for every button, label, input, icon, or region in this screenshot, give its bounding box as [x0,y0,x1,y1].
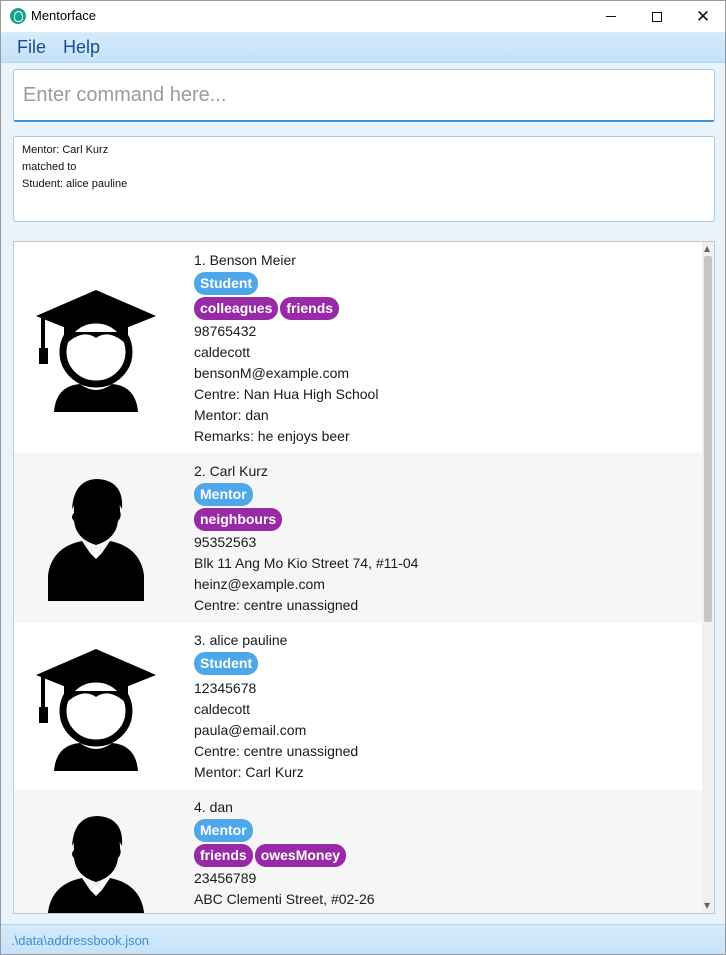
person-address: ABC Clementi Street, #02-26 [194,891,375,907]
role-tags: Student [194,652,259,675]
person-name: 1. Benson Meier [194,252,296,268]
app-logo-icon [10,8,26,24]
graduate-icon [36,649,156,771]
role-tag: Mentor [194,483,253,506]
person-phone: 98765432 [194,323,257,339]
role-tags: Mentor [194,819,253,842]
result-line: Student: alice pauline [22,178,128,190]
role-tags: Mentor [194,483,253,506]
person-email: heinz@example.com [194,576,325,592]
minimize-button[interactable] [588,1,634,32]
status-file-path: .\data\addressbook.json [11,933,150,948]
person-email: paula@email.com [194,722,307,738]
person-card[interactable]: 4. dan Mentor friends owesMoney 23456789… [14,790,702,913]
person-address: caldecott [194,701,251,717]
result-display: Mentor: Carl Kurz matched to Student: al… [13,136,715,222]
person-remarks: Remarks: he enjoys beer [194,428,350,444]
person-address: caldecott [194,344,251,360]
menu-bar: File Help [1,32,725,63]
person-name: 4. dan [194,799,233,815]
person-card[interactable]: 2. Carl Kurz Mentor neighbours 95352563 … [14,453,702,623]
minimize-icon [606,16,616,17]
person-email: bensonM@example.com [194,365,350,381]
person-phone: 95352563 [194,534,257,550]
person-centre: Centre: centre unassigned [194,597,359,613]
role-tag: Mentor [194,819,253,842]
person-tags: neighbours [194,508,283,531]
person-address: Blk 11 Ang Mo Kio Street 74, #11-04 [194,555,419,571]
command-box[interactable] [13,69,715,122]
graduate-icon [36,290,156,412]
tag: owesMoney [254,844,347,867]
scroll-thumb[interactable] [704,256,712,622]
result-line: Mentor: Carl Kurz [22,144,109,156]
menu-file[interactable]: File [17,37,46,58]
close-icon: ✕ [695,7,711,26]
tag: colleagues [194,297,279,320]
tag: friends [280,297,340,320]
person-list[interactable]: 1. Benson Meier Student colleagues frien… [13,241,715,914]
close-button[interactable]: ✕ [680,1,725,32]
mentor-person-icon [48,816,144,913]
tag: neighbours [194,508,283,531]
scroll-up-icon[interactable]: ▲ [704,245,710,253]
list-scrollbar[interactable]: ▲ ▼ [702,242,714,913]
person-tags: friends owesMoney [194,844,347,867]
person-name: 2. Carl Kurz [194,463,268,479]
role-tag: Student [194,652,259,675]
person-centre: Centre: Nan Hua High School [194,386,379,402]
person-mentor: Mentor: Carl Kurz [194,764,304,780]
scroll-down-icon[interactable]: ▼ [704,902,710,910]
maximize-icon [652,11,662,22]
person-mentor: Mentor: dan [194,407,269,423]
role-tag: Student [194,272,259,295]
title-bar: Mentorface ✕ [1,1,725,42]
menu-help[interactable]: Help [63,37,100,58]
person-tags: colleagues friends [194,297,340,320]
tag: friends [194,844,253,867]
result-line: matched to [22,161,77,173]
window-title: Mentorface [31,8,97,23]
person-card[interactable]: 1. Benson Meier Student colleagues frien… [14,242,702,453]
role-tags: Student [194,272,259,295]
status-bar: .\data\addressbook.json [1,924,725,954]
mentor-person-icon [48,479,144,601]
maximize-button[interactable] [634,1,680,32]
person-phone: 23456789 [194,870,257,886]
person-phone: 12345678 [194,680,257,696]
command-input[interactable] [23,84,703,107]
app-window: Mentorface ✕ File Help Mentor: Carl Kurz… [0,0,726,955]
person-centre: Centre: centre unassigned [194,743,359,759]
person-card[interactable]: 3. alice pauline Student 12345678 caldec… [14,623,702,790]
person-name: 3. alice pauline [194,632,288,648]
